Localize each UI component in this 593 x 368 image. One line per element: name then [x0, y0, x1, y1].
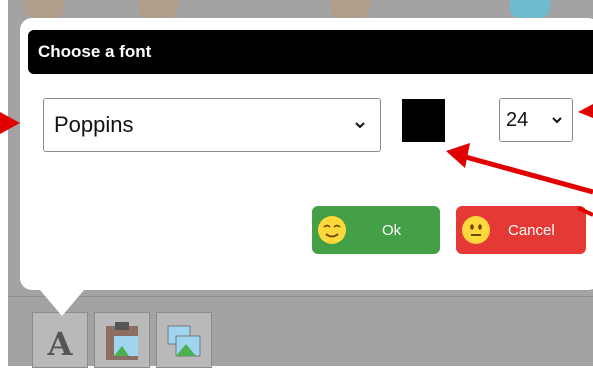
arrow-left-icon	[0, 112, 20, 134]
arrow-to-color-line	[461, 153, 593, 195]
arrow-to-size-head	[578, 104, 593, 118]
arrow-to-button-line	[577, 206, 593, 217]
annotation-arrows	[0, 104, 593, 217]
arrow-to-color-head	[446, 143, 470, 168]
